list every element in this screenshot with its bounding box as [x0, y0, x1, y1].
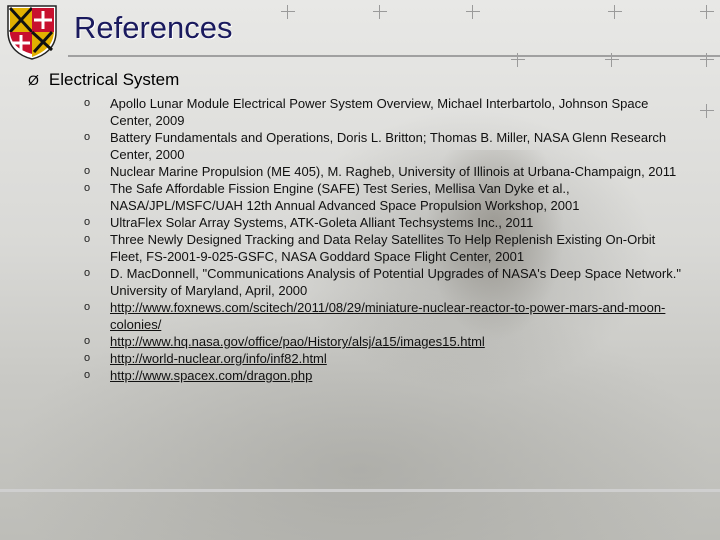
- reference-list: o Apollo Lunar Module Electrical Power Sy…: [84, 95, 684, 384]
- reference-item: o UltraFlex Solar Array Systems, ATK-Gole…: [84, 214, 684, 231]
- reference-text: D. MacDonnell, "Communications Analysis …: [110, 266, 681, 298]
- crosshair-marker: [373, 5, 387, 19]
- crosshair-marker: [608, 5, 622, 19]
- reference-text: The Safe Affordable Fission Engine (SAFE…: [110, 181, 580, 213]
- title-divider: [68, 55, 720, 57]
- circle-bullet-icon: o: [84, 369, 91, 381]
- circle-bullet-icon: o: [84, 267, 91, 279]
- reference-link[interactable]: http://world-nuclear.org/info/inf82.html: [110, 351, 327, 366]
- crosshair-marker: [281, 5, 295, 19]
- footer-divider: [0, 489, 720, 492]
- crosshair-marker: [466, 5, 480, 19]
- reference-item: o Nuclear Marine Propulsion (ME 405), M. …: [84, 163, 684, 180]
- reference-item: o http://world-nuclear.org/info/inf82.htm…: [84, 350, 684, 367]
- circle-bullet-icon: o: [84, 335, 91, 347]
- reference-text: Apollo Lunar Module Electrical Power Sys…: [110, 96, 649, 128]
- reference-text: UltraFlex Solar Array Systems, ATK-Golet…: [110, 215, 534, 230]
- reference-item: o The Safe Affordable Fission Engine (SAF…: [84, 180, 684, 214]
- circle-bullet-icon: o: [84, 301, 91, 313]
- reference-item: o http://www.spacex.com/dragon.php: [84, 367, 684, 384]
- circle-bullet-icon: o: [84, 165, 91, 177]
- reference-link[interactable]: http://www.foxnews.com/scitech/2011/08/2…: [110, 300, 665, 332]
- circle-bullet-icon: o: [84, 97, 91, 109]
- reference-item: o http://www.foxnews.com/scitech/2011/08/…: [84, 299, 684, 333]
- reference-item: o Apollo Lunar Module Electrical Power Sy…: [84, 95, 684, 129]
- reference-item: o http://www.hq.nasa.gov/office/pao/Histo…: [84, 333, 684, 350]
- reference-text: Nuclear Marine Propulsion (ME 405), M. R…: [110, 164, 677, 179]
- reference-item: o D. MacDonnell, "Communications Analysis…: [84, 265, 684, 299]
- section-heading: Ø Electrical System: [28, 70, 179, 90]
- section-heading-label: Electrical System: [48, 70, 180, 89]
- circle-bullet-icon: o: [84, 182, 91, 194]
- reference-link[interactable]: http://www.spacex.com/dragon.php: [110, 368, 312, 383]
- university-seal-logo: [7, 5, 57, 60]
- reference-text: Battery Fundamentals and Operations, Dor…: [110, 130, 667, 162]
- circle-bullet-icon: o: [84, 352, 91, 364]
- reference-text: Three Newly Designed Tracking and Data R…: [110, 232, 656, 264]
- slide-title: References: [74, 10, 233, 45]
- circle-bullet-icon: o: [84, 131, 91, 143]
- circle-bullet-icon: o: [84, 216, 91, 228]
- reference-item: o Three Newly Designed Tracking and Data …: [84, 231, 684, 265]
- crosshair-marker: [700, 104, 714, 118]
- crosshair-marker: [700, 5, 714, 19]
- arrow-bullet-icon: Ø: [28, 72, 39, 88]
- circle-bullet-icon: o: [84, 233, 91, 245]
- reference-item: o Battery Fundamentals and Operations, Do…: [84, 129, 684, 163]
- reference-link[interactable]: http://www.hq.nasa.gov/office/pao/Histor…: [110, 334, 485, 349]
